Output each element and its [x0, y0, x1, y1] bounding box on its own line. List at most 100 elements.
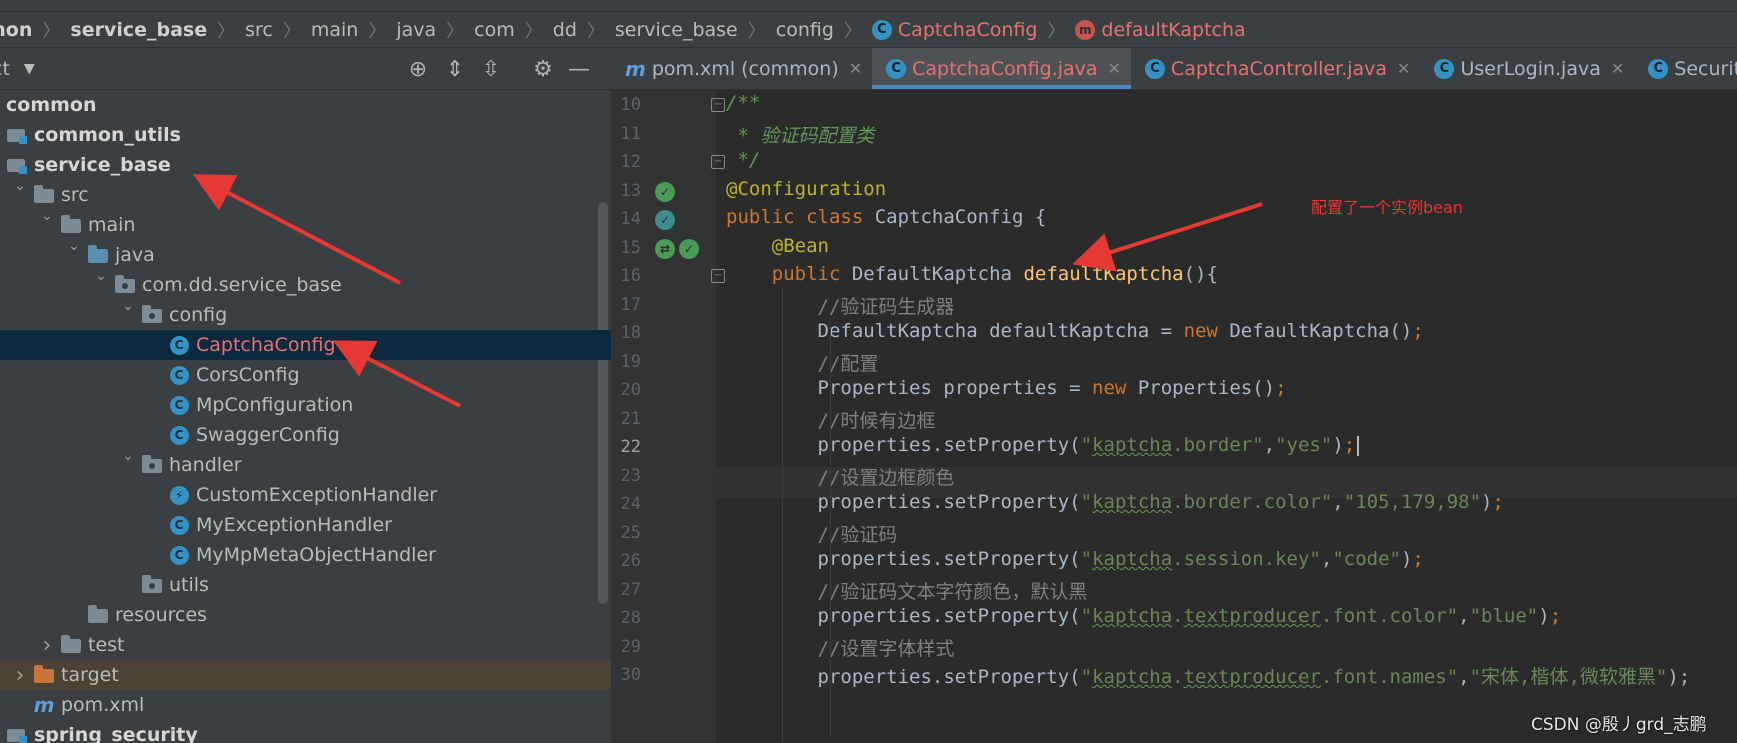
- chevron-down-icon[interactable]: ⌄: [119, 448, 137, 464]
- breadcrumb-item[interactable]: config: [766, 19, 834, 41]
- collapse-all-icon[interactable]: ⇳: [478, 56, 504, 82]
- close-icon[interactable]: ✕: [1611, 59, 1624, 78]
- line-number: 10: [620, 95, 641, 115]
- code-token: .: [1172, 605, 1184, 627]
- package-icon: [141, 455, 163, 474]
- tree-item[interactable]: ⌄ java: [0, 238, 611, 270]
- breadcrumb-item[interactable]: service_base: [605, 19, 738, 41]
- tab-captchacontroller-java[interactable]: C CaptchaController.java ✕: [1131, 48, 1421, 89]
- chevron-down-icon[interactable]: ⌄: [65, 238, 83, 254]
- locate-icon[interactable]: ⊕: [405, 56, 431, 82]
- code-token: properties.setProperty(: [726, 491, 1081, 513]
- module-icon: [7, 126, 27, 144]
- close-icon[interactable]: ✕: [1108, 59, 1121, 78]
- spring-bean-icon[interactable]: ⇄: [655, 238, 675, 259]
- tree-item[interactable]: m pom.xml: [0, 690, 611, 720]
- breadcrumb-label: com: [474, 18, 515, 41]
- tree-item[interactable]: › target: [0, 660, 611, 690]
- module-icon: [7, 726, 27, 743]
- code-token: new: [1092, 377, 1138, 399]
- breadcrumb-item[interactable]: dd: [543, 19, 577, 41]
- tree-item[interactable]: C MpConfiguration: [0, 390, 611, 420]
- expand-all-icon[interactable]: ⇕: [442, 56, 468, 82]
- breadcrumb-label: config: [775, 18, 834, 41]
- tree-item[interactable]: C CaptchaConfig: [0, 330, 611, 360]
- close-icon[interactable]: ✕: [849, 59, 862, 78]
- code-token: properties.setProperty(: [726, 548, 1081, 570]
- breadcrumb-item[interactable]: C CaptchaConfig: [862, 19, 1037, 41]
- chevron-down-icon[interactable]: ▼: [24, 61, 35, 77]
- tree-item[interactable]: C SwaggerConfig: [0, 420, 611, 450]
- tree-item[interactable]: ⌄ com.dd.service_base: [0, 268, 611, 300]
- tree-item[interactable]: service_base: [0, 150, 611, 180]
- fold-marker-icon[interactable]: −: [711, 98, 725, 112]
- text-cursor: [1357, 435, 1360, 456]
- code-token: ;: [1412, 320, 1424, 342]
- tree-item[interactable]: C MyExceptionHandler: [0, 510, 611, 540]
- tab-userlogin-java[interactable]: C UserLogin.java ✕: [1420, 48, 1634, 89]
- breadcrumb-label: src: [245, 18, 273, 41]
- code-token: ,: [1458, 666, 1470, 688]
- code-token: //设置边框颜色: [817, 466, 955, 489]
- breadcrumb-item[interactable]: service_base: [60, 19, 207, 41]
- fold-marker-icon[interactable]: −: [711, 269, 725, 283]
- tree-item[interactable]: common: [0, 90, 611, 120]
- tree-item[interactable]: common_utils: [0, 120, 611, 150]
- spring-bean-icon[interactable]: ✓: [679, 238, 699, 259]
- code-token: ;: [1492, 491, 1504, 513]
- code-token: ): [1332, 434, 1344, 456]
- code-token: ": [1080, 434, 1093, 456]
- tab-captchaconfig-java[interactable]: C CaptchaConfig.java ✕: [872, 48, 1131, 89]
- project-title[interactable]: ct: [0, 58, 10, 80]
- code-token: ,: [1332, 491, 1344, 513]
- gear-icon[interactable]: ⚙: [530, 56, 556, 82]
- chevron-down-icon[interactable]: ⌄: [92, 268, 110, 284]
- line-number: 12: [620, 152, 641, 172]
- tree-item[interactable]: resources: [0, 600, 611, 630]
- chevron-right-icon[interactable]: ›: [11, 663, 29, 688]
- code-token: "blue": [1469, 605, 1539, 627]
- tree-item[interactable]: › test: [0, 630, 611, 660]
- tab-label: CaptchaConfig.java: [912, 57, 1098, 80]
- tree-item[interactable]: ⚡ CustomExceptionHandler: [0, 480, 611, 510]
- fold-marker-icon[interactable]: −: [711, 155, 725, 169]
- code-token: //验证码生成器: [817, 295, 955, 318]
- breadcrumb-item[interactable]: java: [386, 19, 436, 41]
- tree-item[interactable]: ⌄ main: [0, 208, 611, 240]
- breadcrumb-item[interactable]: m defaultKaptcha: [1065, 19, 1246, 41]
- chevron-down-icon[interactable]: ⌄: [38, 208, 56, 224]
- code-token: ): [1400, 548, 1413, 570]
- close-icon[interactable]: ✕: [1397, 59, 1410, 78]
- tab-securityconfig[interactable]: CSecurityConfig: [1634, 48, 1737, 89]
- minimize-icon[interactable]: —: [566, 56, 592, 82]
- tree-item[interactable]: C MyMpMetaObjectHandler: [0, 540, 611, 570]
- code-token: textproducer: [1183, 666, 1321, 688]
- breadcrumb-item[interactable]: com: [464, 19, 515, 41]
- code-token: .border": [1172, 434, 1264, 456]
- tab-pom-xml-common-[interactable]: m pom.xml (common) ✕: [611, 48, 872, 89]
- chevron-down-icon[interactable]: ⌄: [11, 178, 29, 194]
- chevron-right-icon: 〉: [747, 20, 766, 42]
- code-token: "yes": [1275, 434, 1333, 456]
- tree-item[interactable]: ⌄ src: [0, 178, 611, 210]
- chevron-down-icon[interactable]: ⌄: [119, 298, 137, 314]
- tree-item[interactable]: utils: [0, 570, 611, 600]
- line-number: 17: [620, 294, 641, 315]
- class-icon: C: [168, 545, 190, 565]
- tree-item-label: MyMpMetaObjectHandler: [196, 544, 436, 566]
- breadcrumb-item[interactable]: src: [235, 19, 273, 41]
- code-token: "code": [1332, 548, 1401, 570]
- folder-orange-icon: [33, 665, 55, 684]
- tree-item[interactable]: ⌄ handler: [0, 448, 611, 480]
- breadcrumb-item[interactable]: main: [301, 19, 358, 41]
- breadcrumb-item[interactable]: mon: [0, 19, 32, 41]
- tree-item[interactable]: ⌄ config: [0, 298, 611, 330]
- chevron-right-icon[interactable]: ›: [38, 633, 56, 658]
- spring-bean-icon[interactable]: ✓: [655, 181, 675, 202]
- code-line: //验证码: [726, 520, 898, 547]
- bean-class-icon[interactable]: ✓: [655, 210, 675, 230]
- tree-item[interactable]: spring_security: [0, 720, 611, 743]
- tree-item[interactable]: C CorsConfig: [0, 360, 611, 390]
